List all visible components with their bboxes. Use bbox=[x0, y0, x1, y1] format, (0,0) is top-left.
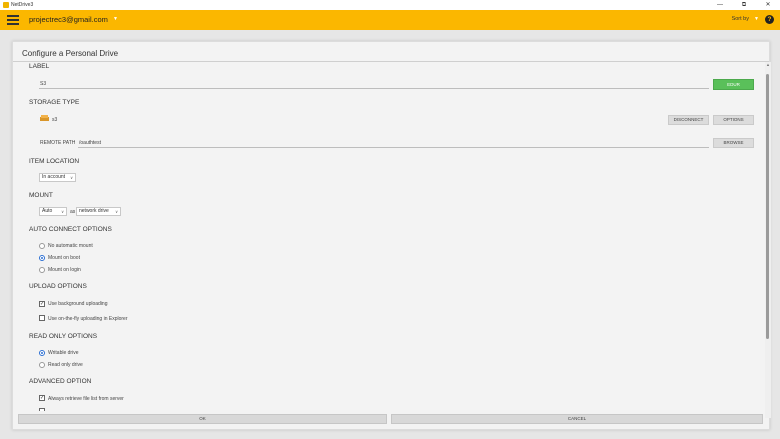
background-uploading-label[interactable]: Use background uploading bbox=[48, 301, 108, 307]
edit-button[interactable]: EDUR bbox=[713, 79, 754, 90]
close-icon[interactable]: ✕ bbox=[756, 0, 780, 10]
app-logo-icon bbox=[3, 2, 9, 8]
read-only-heading: READ ONLY OPTIONS bbox=[29, 333, 98, 340]
divider bbox=[13, 61, 769, 62]
window-titlebar: NetDrive3 — ⧉ ✕ bbox=[0, 0, 780, 10]
scroll-thumb[interactable] bbox=[766, 74, 769, 339]
mount-mode-value: Auto bbox=[42, 208, 53, 214]
writable-drive-radio[interactable] bbox=[39, 350, 45, 356]
scroll-up-icon[interactable]: ▲ bbox=[765, 62, 771, 67]
next-checkbox-partial[interactable] bbox=[39, 408, 45, 411]
chevron-down-icon: ∨ bbox=[115, 209, 118, 214]
no-automatic-mount-label[interactable]: No automatic mount bbox=[48, 243, 93, 249]
label-input-underline bbox=[39, 88, 709, 89]
mount-type-select[interactable]: network drive ∨ bbox=[76, 207, 121, 216]
window-title: NetDrive3 bbox=[11, 2, 34, 8]
writable-drive-label[interactable]: Writable drive bbox=[48, 350, 78, 356]
chevron-down-icon: ∨ bbox=[70, 175, 73, 180]
read-only-drive-radio[interactable] bbox=[39, 362, 45, 368]
upload-options-heading: UPLOAD OPTIONS bbox=[29, 283, 87, 290]
browse-button[interactable]: BROWSE bbox=[713, 138, 754, 148]
sort-chevron-down-icon[interactable]: ▼ bbox=[754, 16, 759, 22]
mount-heading: MOUNT bbox=[29, 192, 53, 199]
always-retrieve-file-list-checkbox[interactable]: ✓ bbox=[39, 395, 45, 401]
vertical-scrollbar[interactable]: ▲ bbox=[765, 62, 771, 418]
no-automatic-mount-radio[interactable] bbox=[39, 243, 45, 249]
cancel-button[interactable]: CANCEL bbox=[391, 414, 763, 424]
maximize-icon[interactable]: ⧉ bbox=[732, 0, 756, 10]
help-icon[interactable]: ? bbox=[765, 15, 774, 24]
mount-on-boot-label[interactable]: Mount on boot bbox=[48, 255, 80, 261]
advanced-option-heading: ADVANCED OPTION bbox=[29, 378, 92, 385]
chevron-down-icon[interactable]: ▼ bbox=[113, 16, 118, 22]
chevron-down-icon: ∨ bbox=[61, 209, 64, 214]
item-location-heading: ITEM LOCATION bbox=[29, 158, 80, 165]
storage-type-name: s3 bbox=[52, 117, 58, 123]
ok-button[interactable]: OK bbox=[18, 414, 387, 424]
always-retrieve-file-list-label[interactable]: Always retrieve file list from server bbox=[48, 396, 124, 402]
on-the-fly-uploading-label[interactable]: Use on-the-fly uploading in Explorer bbox=[48, 316, 128, 322]
s3-storage-icon bbox=[40, 115, 49, 121]
remote-path-label: REMOTE PATH bbox=[40, 140, 76, 146]
mount-on-login-label[interactable]: Mount on login bbox=[48, 267, 81, 273]
item-location-value: In account bbox=[42, 174, 66, 180]
read-only-drive-label[interactable]: Read only drive bbox=[48, 362, 83, 368]
remote-path-underline bbox=[78, 147, 709, 148]
item-location-select[interactable]: In account ∨ bbox=[39, 173, 76, 182]
account-email[interactable]: projectrec3@gmail.com bbox=[29, 15, 108, 24]
mount-type-value: network drive bbox=[79, 208, 109, 214]
mount-on-boot-radio[interactable] bbox=[39, 255, 45, 261]
app-header: projectrec3@gmail.com ▼ Sort by ▼ ? bbox=[0, 10, 780, 30]
mount-on-login-radio[interactable] bbox=[39, 267, 45, 273]
storage-type-heading: STORAGE TYPE bbox=[29, 99, 80, 106]
auto-connect-heading: AUTO CONNECT OPTIONS bbox=[29, 226, 112, 233]
options-button[interactable]: OPTIONS bbox=[713, 115, 754, 125]
mount-mode-select[interactable]: Auto ∨ bbox=[39, 207, 67, 216]
disconnect-button[interactable]: DISCONNECT bbox=[668, 115, 709, 125]
label-input[interactable]: S3 bbox=[40, 81, 46, 87]
configure-drive-dialog: Configure a Personal Drive ▲ LABEL S3 ED… bbox=[12, 41, 771, 430]
label-heading: LABEL bbox=[29, 63, 50, 70]
dialog-title: Configure a Personal Drive bbox=[22, 49, 119, 58]
window-controls: — ⧉ ✕ bbox=[708, 0, 780, 10]
background-uploading-checkbox[interactable]: ✓ bbox=[39, 301, 45, 307]
mount-as-label: as bbox=[70, 209, 76, 215]
on-the-fly-uploading-checkbox[interactable] bbox=[39, 315, 45, 321]
minimize-icon[interactable]: — bbox=[708, 0, 732, 10]
hamburger-menu-icon[interactable] bbox=[7, 15, 19, 25]
sort-by-label[interactable]: Sort by bbox=[732, 16, 749, 22]
remote-path-input[interactable]: /oauthtest bbox=[79, 140, 101, 146]
